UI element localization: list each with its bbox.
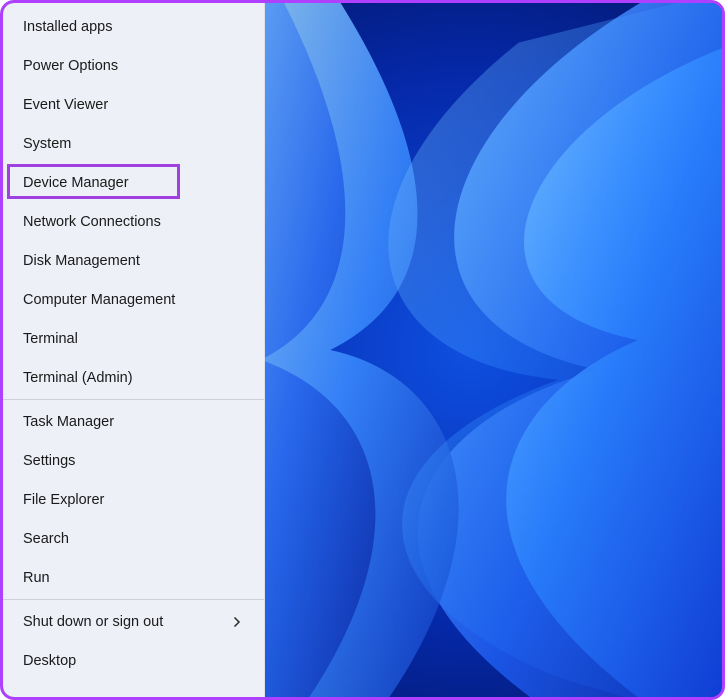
menu-item-label: File Explorer: [23, 492, 104, 508]
screenshot-viewport: Installed apps Power Options Event Viewer S…: [0, 0, 725, 700]
menu-item-label: System: [23, 136, 71, 152]
winx-power-user-menu[interactable]: Installed apps Power Options Event Viewer S…: [3, 3, 265, 697]
menu-divider: [3, 599, 264, 600]
menu-item-power-options[interactable]: Power Options: [9, 46, 258, 85]
menu-item-label: Search: [23, 531, 69, 547]
menu-divider: [3, 399, 264, 400]
menu-item-label: Desktop: [23, 653, 76, 669]
menu-item-network-connections[interactable]: Network Connections: [9, 202, 258, 241]
menu-item-label: Power Options: [23, 58, 118, 74]
menu-item-terminal[interactable]: Terminal: [9, 319, 258, 358]
menu-item-event-viewer[interactable]: Event Viewer: [9, 85, 258, 124]
menu-item-label: Shut down or sign out: [23, 614, 163, 630]
menu-item-device-manager[interactable]: Device Manager: [9, 163, 258, 202]
menu-item-label: Disk Management: [23, 253, 140, 269]
menu-item-label: Device Manager: [23, 175, 129, 191]
menu-item-label: Run: [23, 570, 50, 586]
menu-item-label: Installed apps: [23, 19, 112, 35]
menu-item-disk-management[interactable]: Disk Management: [9, 241, 258, 280]
menu-item-run[interactable]: Run: [9, 558, 258, 597]
menu-item-settings[interactable]: Settings: [9, 441, 258, 480]
menu-item-installed-apps[interactable]: Installed apps: [9, 7, 258, 46]
menu-item-desktop[interactable]: Desktop: [9, 641, 258, 680]
menu-item-computer-management[interactable]: Computer Management: [9, 280, 258, 319]
menu-item-label: Event Viewer: [23, 97, 108, 113]
menu-item-label: Terminal (Admin): [23, 370, 133, 386]
menu-item-shut-down-sign-out[interactable]: Shut down or sign out: [9, 602, 258, 641]
menu-item-file-explorer[interactable]: File Explorer: [9, 480, 258, 519]
menu-item-system[interactable]: System: [9, 124, 258, 163]
menu-item-label: Terminal: [23, 331, 78, 347]
menu-item-task-manager[interactable]: Task Manager: [9, 402, 258, 441]
menu-item-label: Network Connections: [23, 214, 161, 230]
chevron-right-icon: [230, 615, 244, 629]
menu-item-search[interactable]: Search: [9, 519, 258, 558]
menu-item-label: Settings: [23, 453, 75, 469]
menu-item-label: Task Manager: [23, 414, 114, 430]
menu-item-terminal-admin[interactable]: Terminal (Admin): [9, 358, 258, 397]
menu-item-label: Computer Management: [23, 292, 175, 308]
